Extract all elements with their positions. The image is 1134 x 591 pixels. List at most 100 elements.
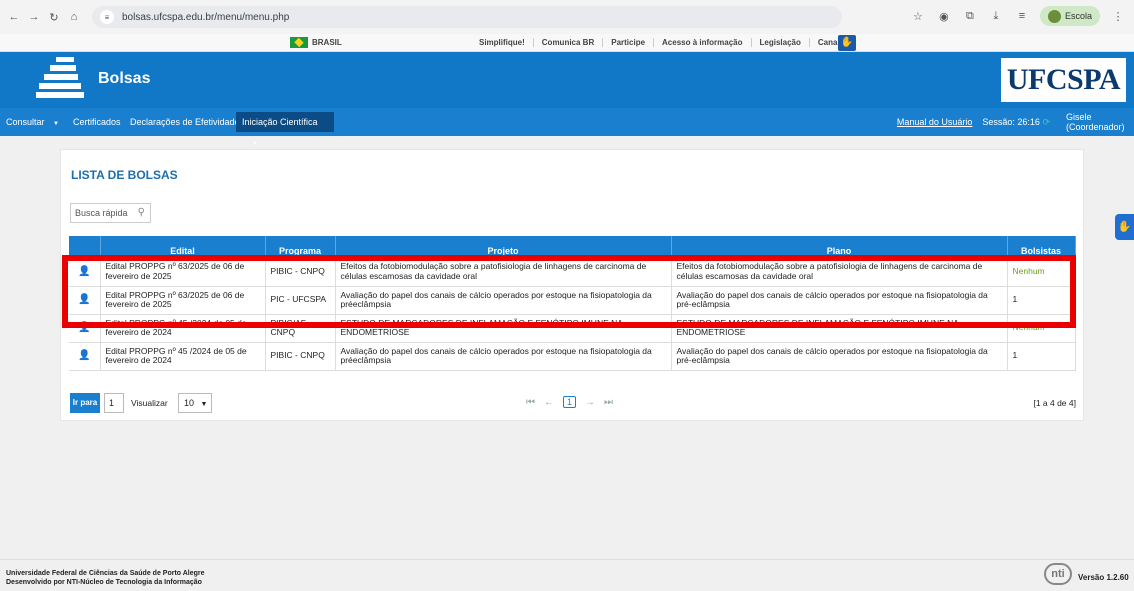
bolsistas-cell: 1: [1007, 286, 1076, 315]
last-page-icon[interactable]: ⏭: [604, 397, 613, 408]
plano-cell: Efeitos da fotobiomodulação sobre a pato…: [671, 258, 1008, 287]
nti-logo: nti: [1044, 563, 1072, 585]
extension-icon[interactable]: ◉: [936, 8, 952, 24]
add-student-icon[interactable]: 👤: [69, 314, 101, 343]
bolsistas-cell: Nenhum: [1007, 314, 1076, 343]
accessibility-hand-icon[interactable]: ✋: [838, 35, 856, 51]
session-timer: Sessão: 26:16 ⟳: [982, 117, 1050, 128]
projeto-cell: Avaliação do papel dos canais de cálcio …: [335, 342, 672, 371]
menu-kebab-icon[interactable]: ⋮: [1110, 8, 1126, 24]
programa-cell: PIBIC/AF - CNPQ: [265, 314, 336, 343]
footer-line: Desenvolvido por NTI-Núcleo de Tecnologi…: [6, 579, 202, 586]
footer-line: Universidade Federal de Ciências da Saúd…: [6, 570, 205, 577]
plano-cell: ESTUDO DE MARCADORES DE INFLAMAÇÃO E FEN…: [671, 314, 1008, 343]
pagination-info: [1 a 4 de 4]: [1033, 398, 1076, 408]
page-number-input[interactable]: 1: [104, 393, 124, 413]
page-size-select[interactable]: 10 ▼: [178, 393, 212, 413]
gov-link[interactable]: Acesso à informação: [653, 38, 750, 47]
footer-text: Universidade Federal de Ciências da Saúd…: [6, 569, 205, 587]
reading-list-icon[interactable]: ≡: [1014, 8, 1030, 24]
projeto-cell: Avaliação do papel dos canais de cálcio …: [335, 286, 672, 315]
user-info[interactable]: Gisele (Coordenador): [1062, 112, 1134, 132]
chevron-down-icon: ▼: [252, 141, 258, 147]
gov-bar: BRASIL Simplifique! Comunica BR Particip…: [0, 34, 1134, 52]
avatar: [1047, 9, 1061, 23]
bolsas-table: Edital Programa Projeto Plano Bolsistas …: [69, 236, 1076, 371]
home-icon[interactable]: ⌂: [66, 9, 82, 25]
table-row[interactable]: 👤 Edital PROPPG nº 63/2025 de 06 de feve…: [69, 286, 1076, 315]
gov-link[interactable]: Legislação: [750, 38, 809, 47]
plano-cell: Avaliação do papel dos canais de cálcio …: [671, 286, 1008, 315]
back-icon[interactable]: ←: [6, 9, 22, 25]
address-bar[interactable]: ≡ bolsas.ufcspa.edu.br/menu/menu.php: [92, 6, 842, 28]
version-text: Versão 1.2.60: [1078, 573, 1129, 582]
gov-links: Simplifique! Comunica BR Participe Acess…: [471, 38, 852, 47]
prev-page-icon[interactable]: ←: [544, 397, 554, 408]
extensions-puzzle-icon[interactable]: ⧉: [962, 8, 978, 24]
site-info-icon[interactable]: ≡: [100, 10, 114, 24]
column-header[interactable]: Plano: [671, 236, 1008, 258]
gov-link[interactable]: Comunica BR: [532, 38, 602, 47]
brazil-flag-icon: [290, 37, 308, 48]
ufcspa-logo: UFCSPA: [1000, 58, 1126, 102]
column-header[interactable]: Bolsistas: [1007, 236, 1076, 258]
go-to-page-button[interactable]: Ir para: [70, 393, 100, 413]
add-student-icon[interactable]: 👤: [69, 342, 101, 371]
search-icon[interactable]: ⚲: [138, 207, 145, 218]
column-header[interactable]: Projeto: [335, 236, 672, 258]
edital-cell: Edital PROPPG nº 45 /2024 de 05 de fever…: [100, 314, 266, 343]
column-header[interactable]: Programa: [265, 236, 336, 258]
edital-cell: Edital PROPPG nº 45 /2024 de 05 de fever…: [100, 342, 266, 371]
bookmark-star-icon[interactable]: ☆: [910, 8, 926, 24]
app-header: Bolsas UFCSPA: [0, 52, 1134, 108]
menu-label: Iniciação Científica: [242, 117, 318, 127]
footer: Universidade Federal de Ciências da Saúd…: [0, 559, 1134, 591]
download-icon[interactable]: ⤓: [988, 8, 1004, 24]
profile-button[interactable]: Escola: [1039, 6, 1100, 26]
table-row[interactable]: 👤 Edital PROPPG nº 45 /2024 de 05 de fev…: [69, 342, 1076, 371]
add-student-icon[interactable]: 👤: [69, 258, 101, 287]
edital-cell: Edital PROPPG nº 63/2025 de 06 de fevere…: [100, 258, 266, 287]
chevron-down-icon: ▼: [200, 401, 208, 408]
gov-link[interactable]: Simplifique!: [471, 38, 533, 47]
search-input[interactable]: Busca rápida ⚲: [70, 203, 151, 223]
projeto-cell: Efeitos da fotobiomodulação sobre a pato…: [335, 258, 672, 287]
bolsas-list-card: LISTA DE BOLSAS Busca rápida ⚲ Edital Pr…: [60, 149, 1084, 421]
reload-icon[interactable]: ↻: [46, 9, 62, 25]
menu-certificados[interactable]: Certificados: [67, 108, 127, 136]
first-page-icon[interactable]: ⏮: [526, 397, 535, 408]
current-page-button[interactable]: 1: [563, 396, 577, 408]
table-header-row: Edital Programa Projeto Plano Bolsistas: [69, 236, 1076, 258]
gov-link[interactable]: Participe: [602, 38, 653, 47]
table-row[interactable]: 👤 Edital PROPPG nº 45 /2024 de 05 de fev…: [69, 314, 1076, 343]
programa-cell: PIBIC - CNPQ: [265, 342, 336, 371]
user-name: Gisele: [1066, 112, 1092, 122]
programa-cell: PIBIC - CNPQ: [265, 258, 336, 287]
edital-cell: Edital PROPPG nº 63/2025 de 06 de fevere…: [100, 286, 266, 315]
view-label: Visualizar: [131, 398, 168, 408]
refresh-session-icon[interactable]: ⟳: [1042, 117, 1050, 127]
menu-iniciacao-cientifica[interactable]: Iniciação Científica ▼: [236, 112, 334, 147]
column-header: [69, 236, 101, 258]
menu-label: Consultar: [6, 117, 45, 127]
projeto-cell: ESTUDO DE MARCADORES DE INFLAMAÇÃO E FEN…: [335, 314, 672, 343]
table-row[interactable]: 👤 Edital PROPPG nº 63/2025 de 06 de feve…: [69, 258, 1076, 287]
page-title: LISTA DE BOLSAS: [71, 168, 178, 182]
add-student-icon[interactable]: 👤: [69, 286, 101, 315]
accessibility-widget-icon[interactable]: ✋: [1115, 214, 1134, 240]
menu-declaracoes[interactable]: Declarações de Efetividade: [124, 108, 246, 136]
column-header[interactable]: Edital: [100, 236, 266, 258]
programa-cell: PIC - UFCSPA: [265, 286, 336, 315]
page-size-value: 10: [184, 398, 195, 408]
bolsas-logo-icon: [36, 55, 86, 103]
menu-consultar[interactable]: Consultar ▼: [0, 108, 65, 136]
browser-toolbar: ← → ↻ ⌂ ≡ bolsas.ufcspa.edu.br/menu/menu…: [0, 0, 1134, 34]
user-role: (Coordenador): [1066, 122, 1125, 132]
bolsistas-cell: Nenhum: [1007, 258, 1076, 287]
forward-icon[interactable]: →: [26, 9, 42, 25]
main-menu: Consultar ▼ Certificados Declarações de …: [0, 108, 1134, 147]
gov-brasil-link[interactable]: BRASIL: [290, 37, 342, 48]
manual-link[interactable]: Manual do Usuário: [897, 117, 973, 127]
app-title: Bolsas: [98, 70, 151, 87]
next-page-icon[interactable]: →: [585, 397, 595, 408]
